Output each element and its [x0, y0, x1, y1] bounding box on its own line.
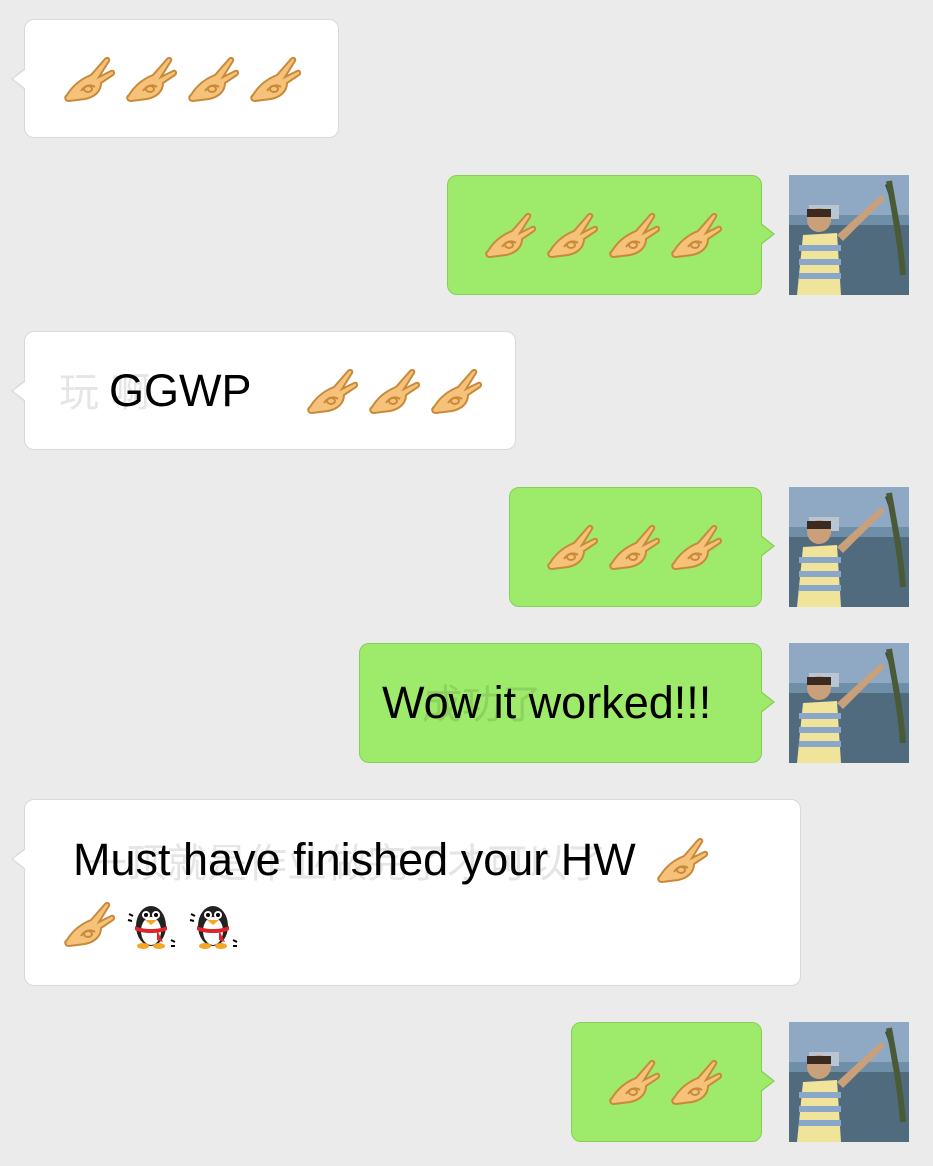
ok-hand-emoji	[482, 207, 538, 263]
ok-hand-emoji	[61, 896, 117, 952]
penguin-emoji	[123, 896, 179, 952]
ok-hand-emoji	[61, 51, 117, 107]
message-bubble-incoming[interactable]: 一顶就是作业做完了才可以了 Must have finished your HW	[11, 799, 801, 986]
message-content	[606, 1054, 730, 1110]
message-bubble-outgoing[interactable]	[571, 1022, 775, 1142]
message-bubble-incoming[interactable]: 玩 啊 GGWP	[11, 331, 516, 450]
ok-hand-emoji	[185, 51, 241, 107]
ok-hand-emoji	[123, 51, 179, 107]
message-bubble-outgoing[interactable]: 成功了 Wow it worked!!!	[359, 643, 775, 763]
ok-hand-emoji	[606, 207, 662, 263]
avatar[interactable]	[789, 643, 909, 763]
message-text: GGWP	[109, 364, 252, 416]
message-content	[482, 207, 730, 263]
message-bubble-incoming[interactable]	[11, 19, 339, 138]
user-avatar-photo-icon	[789, 1022, 909, 1142]
message-bubble-outgoing[interactable]	[447, 175, 775, 295]
message-content	[544, 519, 730, 575]
message-text: Must have finished your HW	[73, 834, 636, 885]
ok-hand-emoji	[247, 51, 303, 107]
penguin-emoji	[185, 896, 241, 952]
ok-hand-emoji	[668, 1054, 724, 1110]
ok-hand-emoji	[366, 363, 422, 419]
ok-hand-emoji	[606, 519, 662, 575]
ok-hand-emoji	[544, 207, 600, 263]
ok-hand-emoji	[606, 1054, 662, 1110]
avatar[interactable]	[789, 1022, 909, 1142]
ok-hand-emoji	[668, 519, 724, 575]
chat-conversation: 玩 啊 GGWP 成功了 Wow it worked!!! 一顶就是作业做完了才…	[0, 0, 933, 1166]
message-content	[61, 51, 309, 107]
user-avatar-photo-icon	[789, 643, 909, 763]
message-bubble-outgoing[interactable]	[509, 487, 775, 607]
ok-hand-emoji	[654, 832, 710, 888]
ok-hand-emoji	[544, 519, 600, 575]
message-content: 一顶就是作业做完了才可以了 Must have finished your HW	[61, 829, 781, 957]
message-text: Wow it worked!!!	[382, 677, 712, 728]
user-avatar-photo-icon	[789, 487, 909, 607]
avatar[interactable]	[789, 487, 909, 607]
ok-hand-emoji	[304, 363, 360, 419]
user-avatar-photo-icon	[789, 175, 909, 295]
avatar[interactable]	[789, 175, 909, 295]
ok-hand-emoji	[668, 207, 724, 263]
message-content: 玩 啊 GGWP	[59, 360, 490, 422]
message-content: 成功了 Wow it worked!!!	[382, 672, 711, 734]
ok-hand-emoji	[428, 363, 484, 419]
